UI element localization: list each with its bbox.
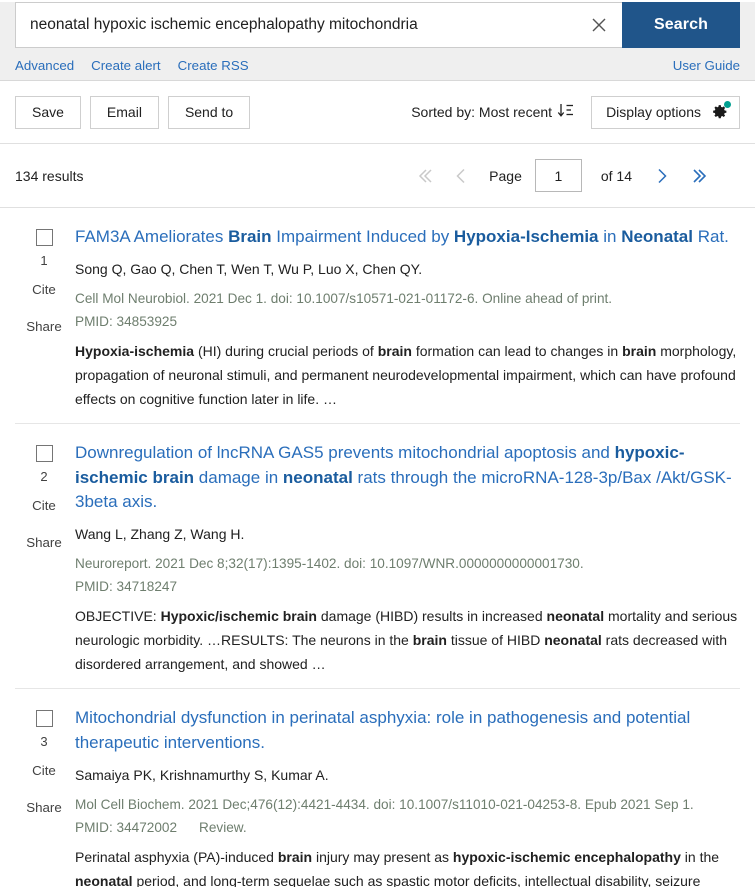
result-item: 2 Cite Share Downregulation of lncRNA GAS5 … bbox=[15, 424, 740, 690]
result-title-link[interactable]: FAM3A Ameliorates Brain Impairment Induc… bbox=[75, 225, 740, 250]
create-rss-link[interactable]: Create RSS bbox=[178, 58, 249, 73]
sorted-by-label: Sorted by: Most recent bbox=[411, 104, 553, 120]
result-pmid: PMID: 34853925 bbox=[75, 313, 178, 329]
result-title-link[interactable]: Mitochondrial dysfunction in perinatal a… bbox=[75, 706, 740, 755]
result-rail: 1 Cite Share bbox=[15, 225, 73, 411]
result-rail: 2 Cite Share bbox=[15, 441, 73, 676]
result-body: Downregulation of lncRNA GAS5 prevents m… bbox=[73, 441, 740, 676]
result-authors: Song Q, Gao Q, Chen T, Wen T, Wu P, Luo … bbox=[75, 260, 423, 277]
save-button[interactable]: Save bbox=[15, 95, 81, 129]
email-button[interactable]: Email bbox=[89, 95, 159, 129]
publication-type-badge: Review. bbox=[199, 819, 247, 835]
share-link[interactable]: Share bbox=[26, 319, 61, 334]
result-rail: 3 Cite Share bbox=[15, 706, 73, 887]
result-select-checkbox[interactable] bbox=[35, 229, 53, 246]
gear-icon bbox=[710, 101, 731, 121]
cite-link[interactable]: Cite bbox=[32, 282, 56, 297]
result-number: 1 bbox=[40, 253, 48, 268]
search-button[interactable]: Search bbox=[622, 2, 740, 48]
result-item: 3 Cite Share Mitochondrial dysfunction in p… bbox=[15, 689, 740, 887]
share-link[interactable]: Share bbox=[26, 800, 61, 815]
result-pmid: PMID: 34472002 Review. bbox=[75, 819, 247, 835]
result-number: 2 bbox=[40, 469, 48, 484]
cite-link[interactable]: Cite bbox=[32, 498, 56, 513]
result-item: 1 Cite Share FAM3A Ameliorates Brain Impair… bbox=[15, 208, 740, 424]
result-snippet: Perinatal asphyxia (PA)-induced brain in… bbox=[75, 848, 720, 887]
share-link[interactable]: Share bbox=[26, 535, 61, 550]
advanced-search-link[interactable]: Advanced bbox=[15, 58, 74, 73]
sort-descending-icon bbox=[557, 102, 575, 122]
next-page-button[interactable] bbox=[645, 162, 679, 190]
send-to-button[interactable]: Send to bbox=[167, 95, 251, 129]
cite-link[interactable]: Cite bbox=[32, 763, 56, 778]
result-pmid: PMID: 34718247 bbox=[75, 578, 178, 594]
search-row: Search bbox=[15, 2, 740, 48]
result-authors: Wang L, Zhang Z, Wang H. bbox=[75, 525, 245, 542]
search-input-wrap bbox=[15, 2, 622, 48]
header-links-left: Advanced Create alert Create RSS bbox=[15, 58, 249, 73]
results-count: 134 results bbox=[15, 167, 84, 184]
sort-order-control[interactable]: Sorted by: Most recent bbox=[411, 102, 575, 122]
page-label: Page bbox=[489, 167, 522, 184]
user-guide-link[interactable]: User Guide bbox=[673, 58, 740, 73]
last-page-button[interactable] bbox=[682, 162, 718, 190]
close-icon bbox=[589, 15, 609, 35]
result-citation: Neuroreport. 2021 Dec 8;32(17):1395-1402… bbox=[75, 555, 584, 571]
total-pages-label: of 14 bbox=[600, 167, 632, 184]
prev-page-button[interactable] bbox=[444, 162, 478, 190]
result-select-checkbox[interactable] bbox=[35, 445, 53, 462]
search-input[interactable] bbox=[16, 3, 576, 47]
action-button-group: Save Email Send to bbox=[15, 95, 251, 129]
pagination: Page of 14 bbox=[407, 159, 718, 192]
result-snippet: Hypoxia-ischemia (HI) during crucial per… bbox=[75, 342, 737, 407]
search-header-band: Search Advanced Create alert Create RSS … bbox=[0, 2, 755, 81]
action-toolbar: Save Email Send to Sorted by: Most recen… bbox=[0, 81, 755, 144]
result-citation: Mol Cell Biochem. 2021 Dec;476(12):4421-… bbox=[75, 796, 694, 812]
result-number: 3 bbox=[40, 734, 48, 750]
result-body: Mitochondrial dysfunction in perinatal a… bbox=[73, 706, 740, 887]
header-links-row: Advanced Create alert Create RSS User Gu… bbox=[15, 54, 740, 76]
result-citation: Cell Mol Neurobiol. 2021 Dec 1. doi: 10.… bbox=[75, 290, 613, 306]
first-page-button[interactable] bbox=[407, 162, 441, 190]
results-header: 134 results Page of 14 bbox=[0, 144, 755, 208]
double-chevron-left-icon bbox=[414, 166, 434, 186]
display-options-badge bbox=[724, 101, 731, 108]
clear-search-button[interactable] bbox=[576, 3, 622, 47]
double-chevron-right-icon bbox=[689, 166, 711, 186]
chevron-left-icon bbox=[451, 166, 471, 186]
result-select-checkbox[interactable] bbox=[35, 710, 53, 728]
result-snippet: OBJECTIVE: Hypoxic/ischemic brain damage… bbox=[75, 608, 738, 673]
result-title-link[interactable]: Downregulation of lncRNA GAS5 prevents m… bbox=[75, 441, 740, 515]
action-toolbar-right: Sorted by: Most recent Display options bbox=[411, 95, 740, 129]
chevron-right-icon bbox=[652, 166, 672, 186]
result-body: FAM3A Ameliorates Brain Impairment Induc… bbox=[73, 225, 740, 411]
display-options-button[interactable]: Display options bbox=[591, 95, 740, 129]
page-number-input[interactable] bbox=[534, 159, 582, 192]
create-alert-link[interactable]: Create alert bbox=[91, 58, 160, 73]
header-links-right: User Guide bbox=[673, 58, 740, 73]
result-authors: Samaiya PK, Krishnamurthy S, Kumar A. bbox=[75, 766, 329, 783]
display-options-label: Display options bbox=[606, 104, 701, 120]
search-results-list: 1 Cite Share FAM3A Ameliorates Brain Impair… bbox=[0, 208, 755, 887]
